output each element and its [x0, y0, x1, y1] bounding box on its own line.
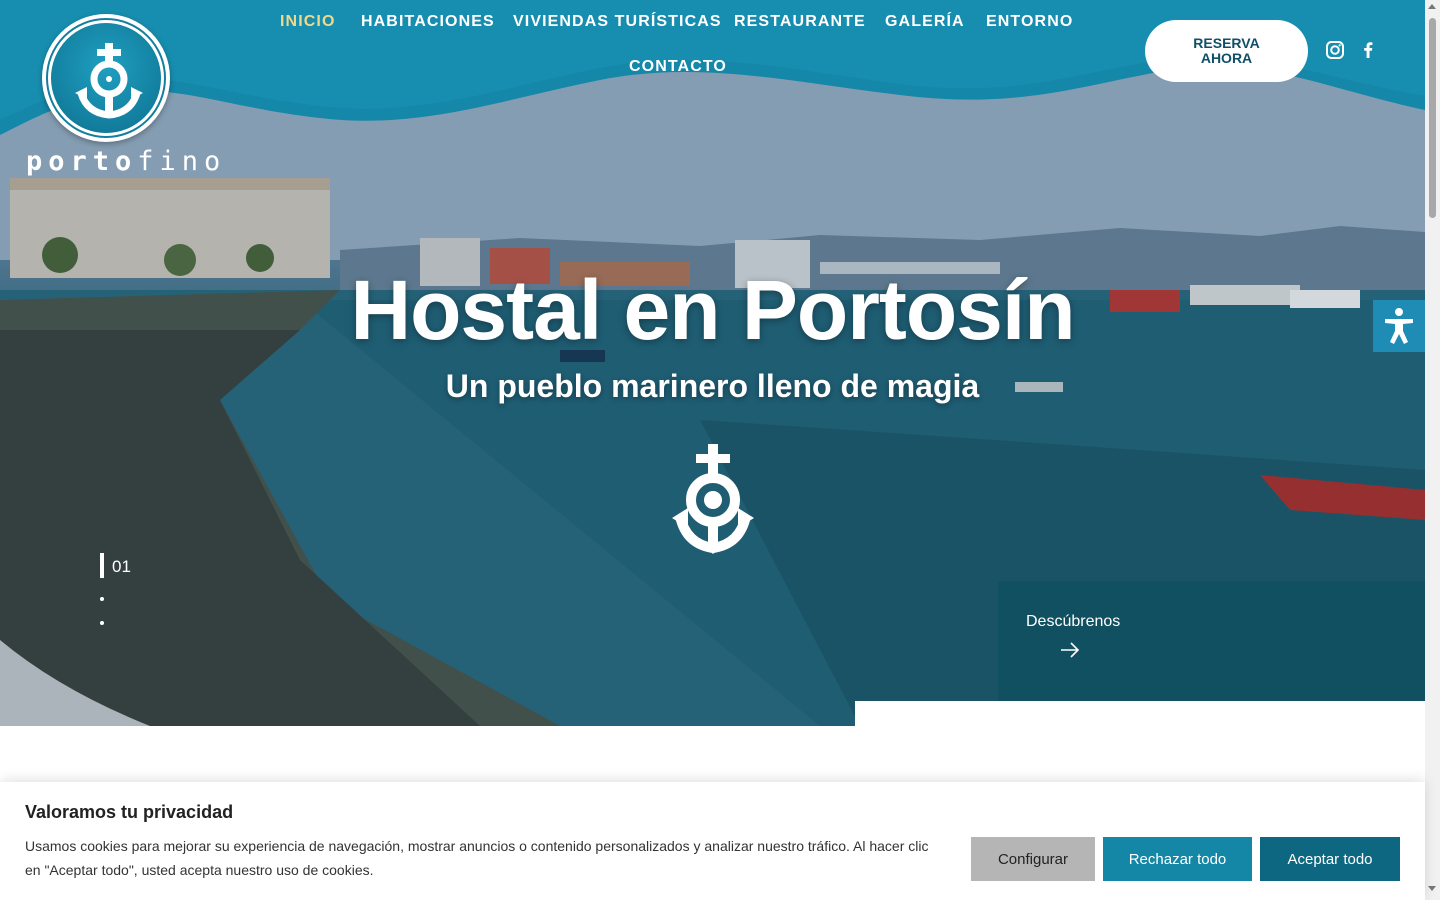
page-scrollbar[interactable] [1425, 0, 1440, 900]
hero-corner-cutout [855, 701, 1425, 726]
arrow-right-icon [1061, 642, 1080, 658]
logo-wordmark: portofino [26, 146, 227, 177]
hero-title: Hostal en Portosín [350, 263, 1075, 357]
accessibility-icon [1385, 308, 1413, 344]
reserve-now-button[interactable]: RESERVA AHORA [1145, 20, 1308, 82]
nav-restaurante[interactable]: RESTAURANTE [734, 13, 866, 31]
scroll-up-arrow-icon[interactable] [1428, 4, 1436, 9]
accessibility-button[interactable] [1373, 300, 1425, 352]
slider-active-indicator [100, 553, 104, 578]
discover-button[interactable]: Descúbrenos [998, 581, 1425, 701]
hero-subtitle: Un pueblo marinero lleno de magia [445, 368, 980, 404]
nav-viviendas-turisticas[interactable]: VIVIENDAS TURÍSTICAS [513, 13, 722, 31]
scroll-down-arrow-icon[interactable] [1428, 886, 1436, 891]
nav-galeria[interactable]: GALERÍA [885, 13, 965, 31]
logo-badge [42, 14, 170, 142]
cookie-reject-button[interactable]: Rechazar todo [1103, 837, 1252, 881]
cookie-title: Valoramos tu privacidad [25, 802, 234, 822]
facebook-icon[interactable] [1358, 40, 1378, 60]
nav-inicio[interactable]: INICIO [280, 13, 336, 31]
scrollbar-thumb[interactable] [1429, 18, 1436, 218]
slider-dot[interactable] [100, 621, 104, 625]
cookie-text: Usamos cookies para mejorar su experienc… [25, 838, 929, 878]
anchor-icon [75, 43, 143, 119]
nav-contacto[interactable]: CONTACTO [629, 58, 727, 76]
slider-dot[interactable] [100, 597, 104, 601]
site-logo[interactable]: portofino [26, 12, 220, 182]
cookie-configure-button[interactable]: Configurar [971, 837, 1095, 881]
cookie-consent-banner: Valoramos tu privacidad Usamos cookies p… [0, 782, 1425, 900]
instagram-icon[interactable] [1325, 40, 1345, 60]
main-navigation: INICIO HABITACIONES VIVIENDAS TURÍSTICAS… [265, 0, 1085, 90]
nav-entorno[interactable]: ENTORNO [986, 13, 1073, 31]
cookie-accept-button[interactable]: Aceptar todo [1260, 837, 1400, 881]
nav-habitaciones[interactable]: HABITACIONES [361, 13, 495, 31]
anchor-icon [672, 444, 754, 554]
slider-number: 01 [112, 557, 131, 576]
discover-label: Descúbrenos [1026, 613, 1121, 630]
